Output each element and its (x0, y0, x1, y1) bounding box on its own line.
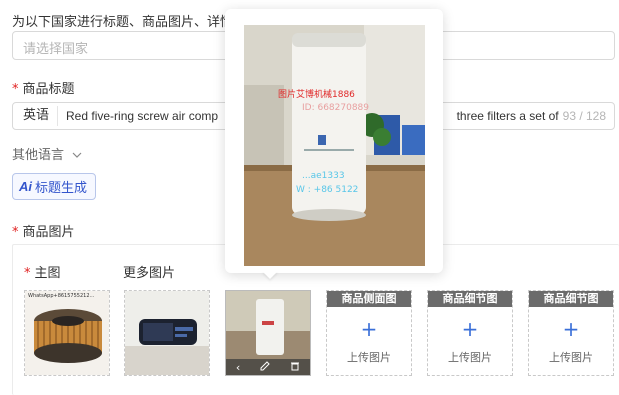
ai-button-label: 标题生成 (35, 181, 88, 196)
slot-title: 商品细节图 (529, 291, 613, 307)
watermark-line-3: ...ae1333 (302, 171, 345, 181)
chevron-left-icon[interactable]: ‹ (236, 361, 240, 374)
plus-icon: + (360, 317, 378, 341)
main-image-slot[interactable]: WhatsApp+8615755212... (24, 290, 110, 376)
main-image-label: * 主图 (24, 262, 61, 281)
other-languages-label: 其他语言 (12, 148, 65, 163)
country-placeholder: 请选择国家 (23, 42, 89, 57)
images-label-text: 商品图片 (22, 225, 75, 240)
other-languages-toggle[interactable]: 其他语言 (12, 144, 82, 163)
slot-title: 商品侧面图 (327, 291, 411, 307)
chevron-down-icon (72, 148, 82, 163)
edit-icon[interactable] (260, 360, 270, 374)
more-images-label: 更多图片 (123, 266, 176, 281)
watermark-line-2: ID: 668270889 (302, 103, 370, 113)
title-label: * 商品标题 (12, 78, 75, 97)
slot-title: 商品细节图 (428, 291, 512, 307)
thumb-watermark: WhatsApp+8615755212... (28, 293, 95, 299)
upload-slot-detail-2[interactable]: 商品细节图 + 上传图片 (528, 290, 614, 376)
upload-slot-side[interactable]: 商品侧面图 + 上传图片 (326, 290, 412, 376)
country-instruction: 为以下国家进行标题、商品图片、详情 (12, 15, 234, 30)
main-image-label-text: 主图 (34, 266, 61, 281)
more-image-slot-selected[interactable]: ‹ (225, 290, 311, 376)
image-action-bar: ‹ (226, 359, 310, 375)
oil-filter-image (125, 291, 209, 375)
plus-icon: + (562, 317, 580, 341)
watermark-line-4: W : +86 5122 (296, 185, 359, 195)
more-image-slot[interactable] (124, 290, 210, 376)
upload-label: 上传图片 (549, 351, 593, 364)
watermark-line-1: 图片艾博机械1886 (278, 90, 355, 100)
title-counter: 93 / 128 (562, 109, 607, 123)
title-label-text: 商品标题 (22, 82, 75, 97)
ai-icon: Ai (19, 179, 32, 194)
upload-label: 上传图片 (448, 351, 492, 364)
required-mark: * (12, 82, 19, 97)
required-mark: * (24, 266, 31, 281)
required-mark: * (12, 225, 19, 240)
filter-preview-image (244, 25, 425, 266)
language-tag[interactable]: 英语 (13, 106, 59, 126)
ai-title-generate-button[interactable]: Ai 标题生成 (12, 173, 96, 200)
popover-arrow (262, 271, 278, 279)
images-label: * 商品图片 (12, 221, 75, 240)
upload-label: 上传图片 (347, 351, 391, 364)
delete-icon[interactable] (290, 361, 300, 374)
plus-icon: + (461, 317, 479, 341)
image-preview-popover: 图片艾博机械1886 ID: 668270889 ...ae1333 W : +… (225, 9, 443, 273)
air-filter-image (25, 291, 109, 375)
upload-slot-detail-1[interactable]: 商品细节图 + 上传图片 (427, 290, 513, 376)
preview-image: 图片艾博机械1886 ID: 668270889 ...ae1333 W : +… (244, 25, 425, 266)
